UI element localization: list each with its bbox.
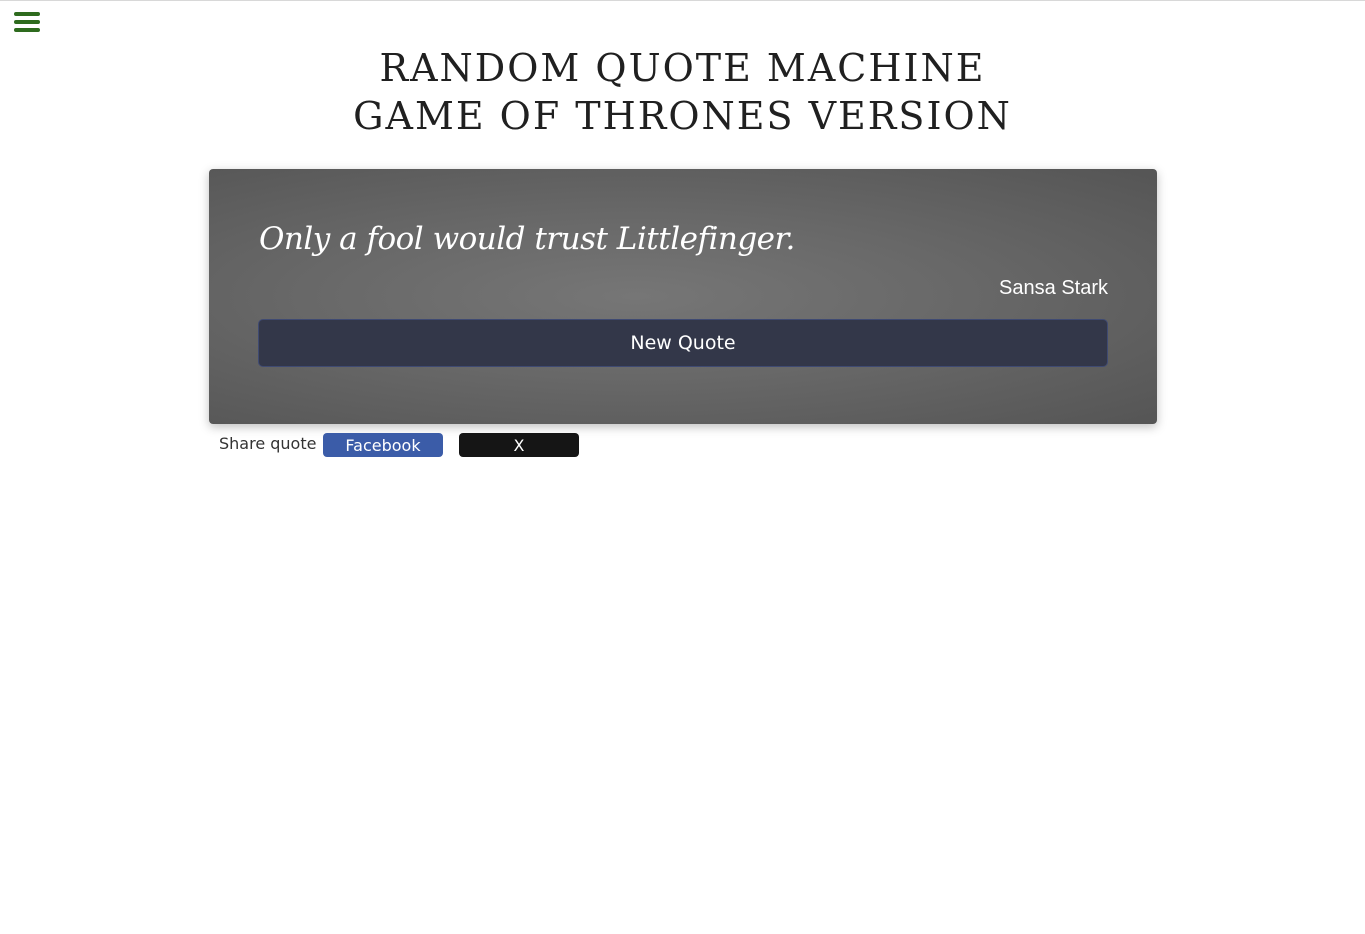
share-facebook-button[interactable]: Facebook (323, 433, 443, 457)
page-title-line-2: GAME OF THRONES VERSION (353, 94, 1012, 138)
share-x-button[interactable]: X (459, 433, 579, 457)
quote-author: Sansa Stark (999, 277, 1108, 299)
new-quote-button[interactable]: New Quote (258, 319, 1108, 367)
share-label: Share quote (219, 434, 317, 453)
quote-card: Only a fool would trust Littlefinger. Sa… (209, 169, 1157, 424)
page-title-line-1: RANDOM QUOTE MACHINE (379, 46, 986, 90)
hamburger-menu-icon (14, 12, 41, 32)
quote-text: Only a fool would trust Littlefinger. (259, 221, 795, 257)
top-divider (0, 0, 1365, 1)
menu-button[interactable] (14, 12, 41, 34)
page-title: RANDOM QUOTE MACHINE GAME OF THRONES VER… (0, 44, 1365, 140)
